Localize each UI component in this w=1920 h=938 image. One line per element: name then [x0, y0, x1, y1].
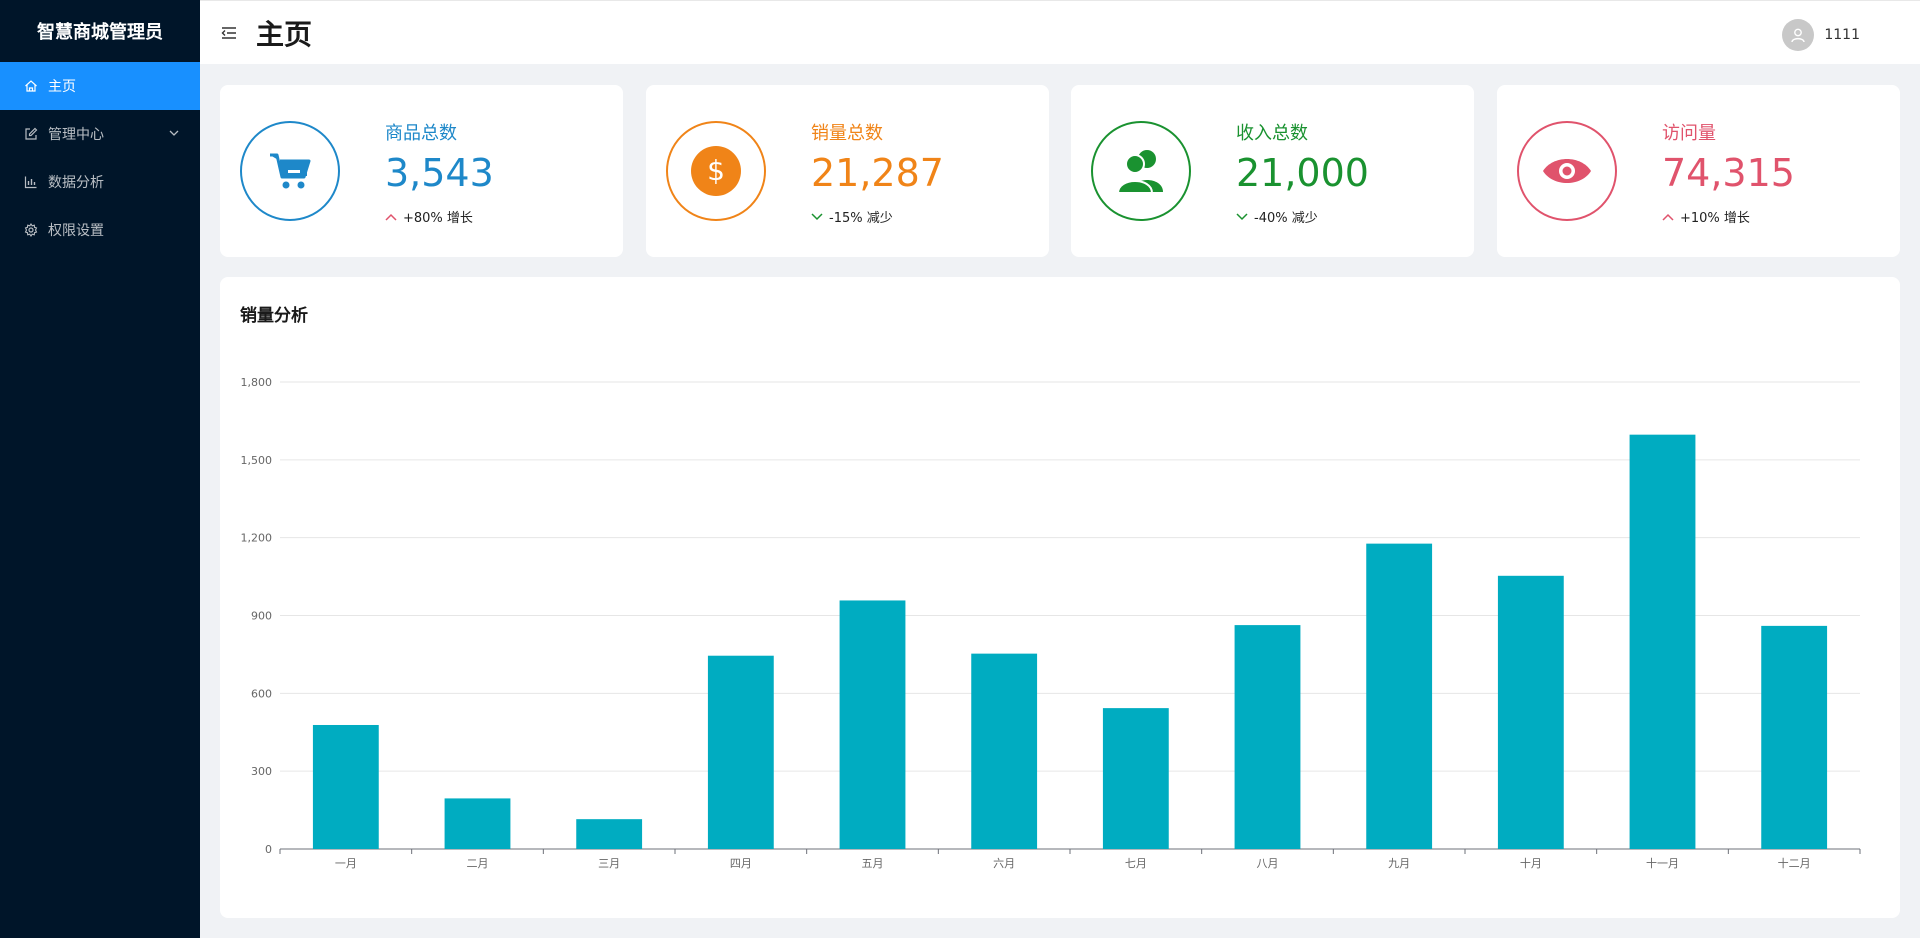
stat-value: 74,315	[1662, 151, 1795, 195]
y-tick-label: 1,500	[241, 454, 273, 467]
bar-11[interactable]	[1629, 434, 1696, 849]
bar-10[interactable]	[1497, 575, 1564, 849]
stat-label: 访问量	[1662, 123, 1716, 144]
sidebar-item-analytics[interactable]: 数据分析	[0, 158, 200, 206]
sidebar-item-label: 权限设置	[48, 223, 104, 239]
sidebar-item-label: 管理中心	[48, 127, 104, 143]
x-tick-label: 三月	[598, 857, 620, 870]
bar-7[interactable]	[1102, 708, 1169, 849]
stat-icon-circle	[240, 121, 340, 221]
stat-label: 销量总数	[811, 123, 883, 144]
stat-trend-text: +10% 增长	[1680, 211, 1750, 226]
user-icon	[1791, 28, 1806, 43]
y-tick-label: 1,200	[241, 532, 273, 545]
brand-title: 智慧商城管理员	[37, 22, 163, 43]
stat-trend: +80% 增长	[385, 207, 473, 226]
y-tick-label: 0	[265, 843, 272, 856]
user-menu[interactable]: 1111	[1782, 19, 1860, 51]
arrow-up-icon	[385, 213, 397, 221]
sidebar-item-label: 数据分析	[48, 175, 104, 191]
arrow-down-icon	[811, 212, 823, 220]
stat-card-visits: 访问量 74,315 +10% 增长	[1497, 85, 1900, 257]
x-tick-label: 二月	[467, 857, 489, 870]
stat-label: 商品总数	[385, 123, 457, 144]
x-tick-label: 七月	[1125, 857, 1147, 870]
sidebar-item-home[interactable]: 主页	[0, 62, 200, 110]
bar-9[interactable]	[1366, 543, 1433, 849]
sales-bar-chart: 0 300 600 900 1,200 1,500 1,800 一月 二月 三月 四月 五月 六月 七月 八…	[241, 376, 1861, 870]
page-title: 主页	[256, 17, 313, 51]
sales-analysis-card: 0 300 600 900 1,200 1,500 1,800 一月 二月 三月 四月 五月 六月 七月 八…	[220, 277, 1900, 918]
bar-2[interactable]	[444, 798, 511, 849]
x-tick-label: 四月	[730, 857, 752, 870]
home-icon	[24, 79, 38, 93]
x-tick-label: 六月	[993, 857, 1015, 870]
y-tick-label: 1,800	[241, 376, 273, 389]
stat-value: 3,543	[385, 151, 494, 195]
stat-card-sales: $ 销量总数 21,287 -15% 减少	[646, 85, 1049, 257]
bar-4[interactable]	[707, 655, 774, 849]
cart-icon	[270, 153, 311, 189]
sidebar: 智慧商城管理员 主页 管理中心 数据分析 权限设置	[0, 0, 200, 938]
bar-chart-icon	[24, 175, 38, 189]
stat-card-income: 收入总数 21,000 -40% 减少	[1071, 85, 1474, 257]
bar-5[interactable]	[839, 600, 906, 849]
sidebar-item-label: 主页	[48, 79, 76, 95]
x-tick-label: 九月	[1388, 857, 1410, 870]
x-tick-label: 十一月	[1646, 856, 1679, 870]
y-tick-label: 300	[251, 765, 272, 778]
eye-icon	[1543, 159, 1591, 183]
menu-fold-icon[interactable]	[220, 24, 238, 42]
username: 1111	[1824, 27, 1860, 43]
x-tick-label: 一月	[335, 857, 357, 870]
stat-icon-circle: $	[666, 121, 766, 221]
y-tick-label: 600	[251, 687, 272, 700]
avatar[interactable]	[1782, 19, 1815, 51]
chart-title: 销量分析	[240, 306, 308, 326]
arrow-up-icon	[1662, 213, 1674, 221]
svg-text:$: $	[707, 154, 725, 187]
bar-1[interactable]	[312, 724, 379, 849]
stat-trend: -40% 减少	[1236, 207, 1318, 226]
dollar-icon: $	[691, 146, 741, 196]
stat-trend: -15% 减少	[811, 207, 893, 226]
sidebar-item-management[interactable]: 管理中心	[0, 110, 200, 158]
stat-card-products: 商品总数 3,543 +80% 增长	[220, 85, 623, 257]
stat-trend: +10% 增长	[1662, 207, 1750, 226]
x-tick-label: 十月	[1520, 856, 1542, 870]
x-tick-label: 五月	[862, 857, 884, 870]
stat-icon-circle	[1517, 121, 1617, 221]
chevron-down-icon	[169, 130, 179, 136]
stat-trend-text: -40% 减少	[1254, 211, 1318, 226]
arrow-down-icon	[1236, 212, 1248, 220]
bar-12[interactable]	[1761, 625, 1828, 849]
top-header: 主页 1111	[200, 0, 1920, 64]
bar-8[interactable]	[1234, 625, 1301, 849]
bar-3[interactable]	[576, 819, 643, 849]
sidebar-item-permissions[interactable]: 权限设置	[0, 206, 200, 254]
edit-icon	[24, 127, 38, 141]
x-tick-label: 八月	[1257, 857, 1279, 870]
stat-trend-text: -15% 减少	[829, 211, 893, 226]
gear-icon	[24, 223, 38, 237]
y-tick-label: 900	[251, 610, 272, 623]
stat-value: 21,000	[1236, 151, 1369, 195]
x-tick-label: 十二月	[1778, 856, 1811, 870]
bar-6[interactable]	[971, 653, 1038, 849]
stat-value: 21,287	[811, 151, 944, 195]
stat-icon-circle	[1091, 121, 1191, 221]
stat-label: 收入总数	[1236, 123, 1308, 144]
stat-trend-text: +80% 增长	[403, 211, 473, 226]
users-icon	[1116, 150, 1163, 194]
